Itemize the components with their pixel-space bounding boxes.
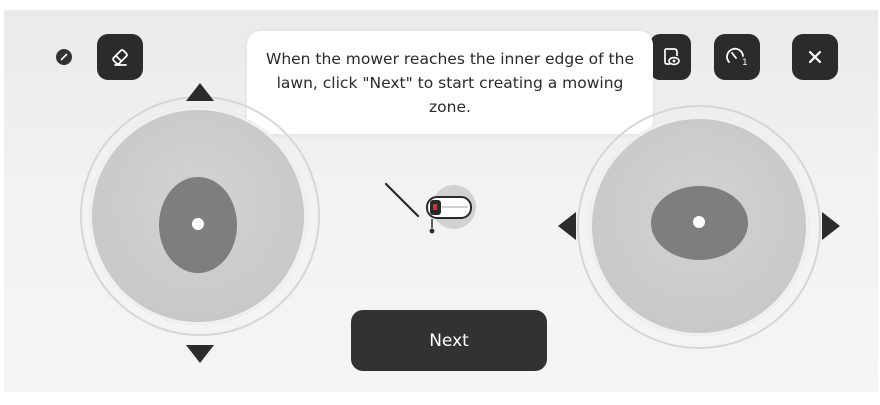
instruction-text: When the mower reaches the inner edge of… [266,49,634,116]
speed-gauge-badge: 1 [742,58,748,68]
next-button[interactable]: Next [351,310,547,371]
right-arrow-icon[interactable] [822,212,840,240]
mower-icon [382,178,482,244]
close-button[interactable] [792,34,838,80]
visibility-button[interactable] [650,34,691,80]
indicator-icon[interactable] [56,49,72,65]
eraser-icon [109,46,131,68]
visibility-icon [661,47,681,67]
speed-gauge-button[interactable]: 1 [714,34,760,80]
speed-gauge-icon: 1 [725,46,749,68]
left-arrow-icon[interactable] [558,212,576,240]
eraser-button[interactable] [97,34,143,80]
instruction-tooltip: When the mower reaches the inner edge of… [247,31,653,134]
left-joystick-center [192,218,204,230]
next-button-label: Next [429,330,469,351]
down-arrow-icon[interactable] [186,345,214,363]
close-icon [807,49,823,65]
up-arrow-icon[interactable] [186,83,214,101]
right-joystick-center [693,216,705,228]
